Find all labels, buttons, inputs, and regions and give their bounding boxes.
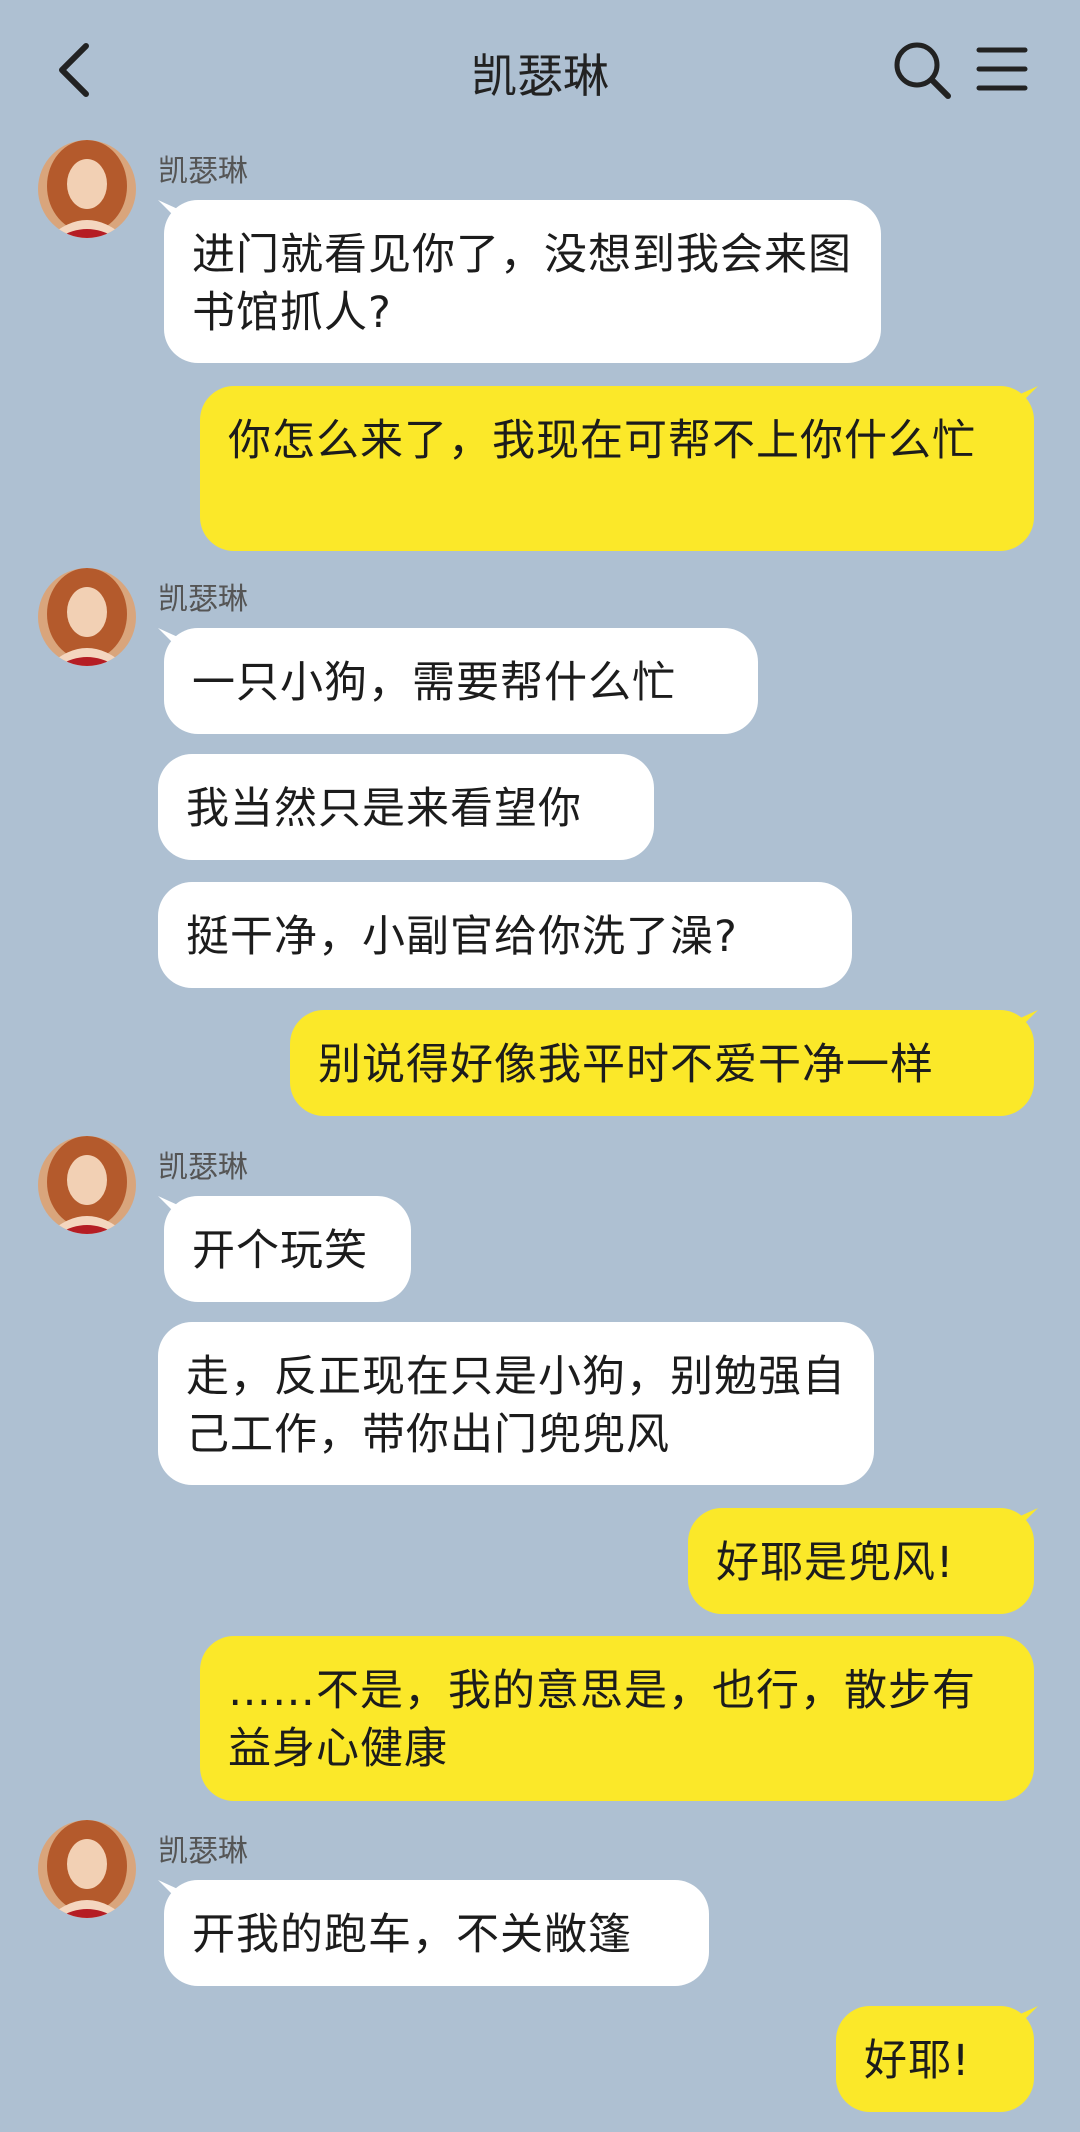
avatar[interactable] xyxy=(38,568,136,666)
message-bubble-incoming[interactable]: 开我的跑车，不关敞篷 xyxy=(164,1880,709,1986)
message-bubble-outgoing[interactable]: 好耶是兜风! xyxy=(688,1508,1034,1614)
message-bubble-incoming[interactable]: 一只小狗，需要帮什么忙 xyxy=(164,628,758,734)
message-bubble-outgoing[interactable]: 你怎么来了，我现在可帮不上你什么忙 xyxy=(200,386,1034,551)
search-icon xyxy=(894,42,951,99)
menu-button[interactable] xyxy=(975,42,1029,96)
avatar[interactable] xyxy=(38,1820,136,1918)
message-bubble-incoming[interactable]: 挺干净，小副官给你洗了澡? xyxy=(158,882,852,988)
message-bubble-outgoing[interactable]: 好耶! xyxy=(836,2006,1034,2112)
sender-name: 凯瑟琳 xyxy=(158,1150,248,1185)
search-button[interactable] xyxy=(890,38,954,102)
sender-name: 凯瑟琳 xyxy=(158,1834,248,1869)
avatar-portrait-icon xyxy=(38,1820,136,1918)
message-bubble-incoming[interactable]: 开个玩笑 xyxy=(164,1196,411,1302)
message-bubble-outgoing[interactable]: 别说得好像我平时不爱干净一样 xyxy=(290,1010,1034,1116)
top-bar: 凯瑟琳 xyxy=(0,0,1080,140)
avatar-portrait-icon xyxy=(38,568,136,666)
message-bubble-incoming[interactable]: 进门就看见你了，没想到我会来图书馆抓人? xyxy=(164,200,881,363)
sender-name: 凯瑟琳 xyxy=(158,582,248,617)
avatar-portrait-icon xyxy=(38,1136,136,1234)
message-bubble-incoming[interactable]: 走，反正现在只是小狗，别勉强自己工作，带你出门兜兜风 xyxy=(158,1322,874,1485)
avatar[interactable] xyxy=(38,1136,136,1234)
menu-icon xyxy=(976,47,1028,91)
avatar-portrait-icon xyxy=(38,140,136,238)
sender-name: 凯瑟琳 xyxy=(158,154,248,189)
message-bubble-outgoing[interactable]: ……不是，我的意思是，也行，散步有益身心健康 xyxy=(200,1636,1034,1801)
message-bubble-incoming[interactable]: 我当然只是来看望你 xyxy=(158,754,654,860)
avatar[interactable] xyxy=(38,140,136,238)
